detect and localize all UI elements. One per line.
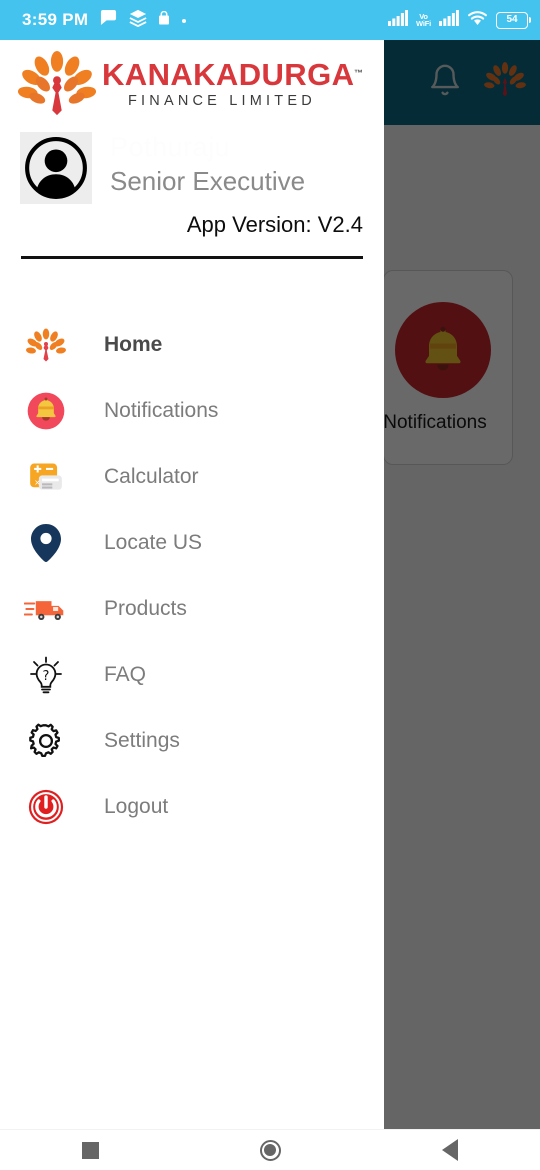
- status-bar: 3:59 PM Vo WiFi 54: [0, 0, 540, 40]
- recents-square-icon: [81, 1141, 99, 1159]
- drawer-scrim-overlay[interactable]: [384, 40, 540, 1130]
- phone-screen: Notifications: [0, 0, 540, 1170]
- trademark-icon: ™: [353, 67, 364, 78]
- menu-item-label: Notifications: [104, 399, 219, 422]
- menu-item-label: FAQ: [104, 663, 147, 686]
- logo-title: KANAKADURGA ™: [102, 56, 363, 92]
- drawer-profile-header: Pothuraju Senior Executive App Version: …: [0, 128, 384, 259]
- back-triangle-icon: [442, 1139, 458, 1161]
- logo-subtitle: FINANCE LIMITED: [128, 92, 316, 109]
- signal-bars-icon: [439, 9, 459, 31]
- menu-item-label: Logout: [104, 795, 169, 818]
- menu-item-label: Settings: [104, 729, 180, 752]
- menu-item-faq[interactable]: ? FAQ: [0, 642, 384, 708]
- logo-text-block: KANAKADURGA ™ FINANCE LIMITED: [102, 56, 363, 110]
- profile-user-name: Pothuraju: [110, 132, 231, 162]
- home-circle-icon: [259, 1139, 281, 1161]
- status-bar-left-icons: [99, 9, 187, 32]
- menu-item-locate-us[interactable]: Locate US: [0, 510, 384, 576]
- logo-title-text: KANAKADURGA: [102, 56, 355, 92]
- power-icon: [22, 783, 70, 831]
- menu-item-home[interactable]: Home: [0, 312, 384, 378]
- calculator-icon: ×: [22, 453, 70, 501]
- drawer-divider: [21, 256, 363, 259]
- drawer-logo: KANAKADURGA ™ FINANCE LIMITED: [0, 40, 384, 128]
- profile-role: Senior Executive: [110, 166, 306, 196]
- bell-icon: [22, 387, 70, 435]
- signal-bars-icon: [388, 9, 409, 31]
- battery-icon: 54: [496, 11, 531, 29]
- menu-item-logout[interactable]: Logout: [0, 774, 384, 840]
- drawer-menu: Home Notifications × Calculator Locate U…: [0, 312, 384, 840]
- message-icon: [99, 9, 118, 31]
- svg-text:×: ×: [34, 478, 41, 487]
- menu-item-label: Calculator: [104, 465, 199, 488]
- menu-item-products[interactable]: Products: [0, 576, 384, 642]
- menu-item-settings[interactable]: Settings: [0, 708, 384, 774]
- menu-item-label: Locate US: [104, 531, 203, 554]
- lock-icon: [158, 10, 170, 30]
- gear-icon: [22, 717, 70, 765]
- menu-item-label: Home: [104, 333, 163, 356]
- dot-icon: [181, 11, 187, 29]
- status-bar-time: 3:59 PM: [22, 10, 89, 29]
- menu-item-notifications[interactable]: Notifications: [0, 378, 384, 444]
- home-tree-icon: [22, 321, 70, 369]
- kanakadurga-tree-emblem: [17, 51, 97, 117]
- wifi-icon: [467, 10, 488, 31]
- menu-item-label: Products: [104, 597, 187, 620]
- layers-icon: [129, 9, 147, 32]
- avatar[interactable]: [20, 132, 92, 204]
- nav-back-button[interactable]: [360, 1139, 540, 1161]
- system-navigation-bar: [0, 1129, 540, 1170]
- navigation-drawer: KANAKADURGA ™ FINANCE LIMITED Pothuraju …: [0, 40, 384, 1130]
- app-version-label: App Version: V2.4: [186, 212, 363, 237]
- svg-text:?: ?: [43, 669, 50, 684]
- vowifi-icon: Vo WiFi: [416, 11, 431, 28]
- lightbulb-faq-icon: ?: [22, 651, 70, 699]
- nav-recents-button[interactable]: [0, 1141, 180, 1159]
- delivery-truck-icon: [22, 585, 70, 633]
- nav-home-button[interactable]: [180, 1139, 360, 1161]
- status-bar-right-icons: Vo WiFi 54: [388, 9, 531, 31]
- menu-item-calculator[interactable]: × Calculator: [0, 444, 384, 510]
- battery-level: 54: [506, 14, 518, 25]
- map-pin-icon: [22, 519, 70, 567]
